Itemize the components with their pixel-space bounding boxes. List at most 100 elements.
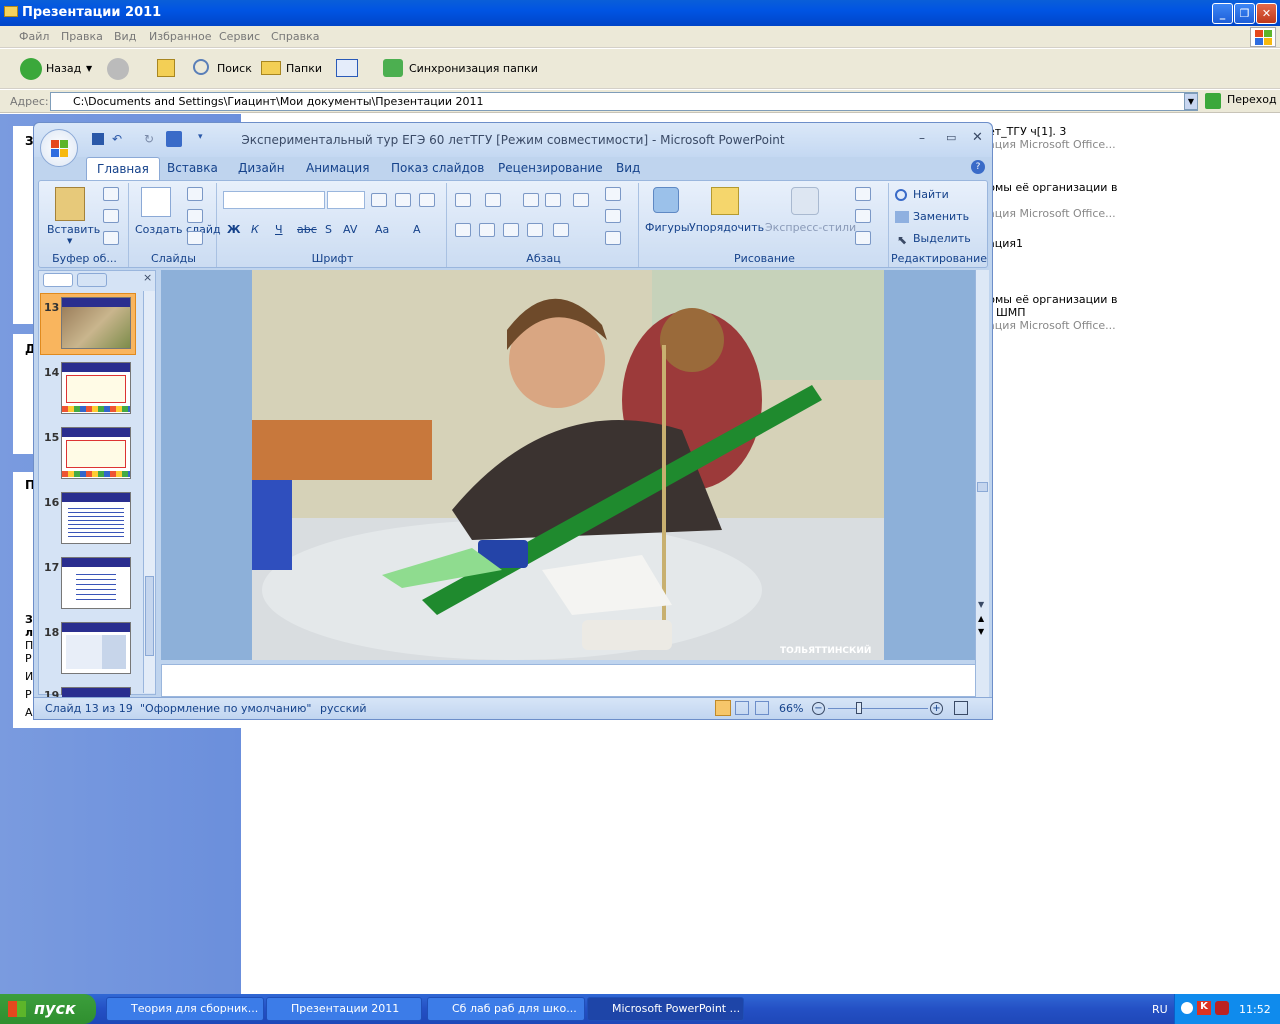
editor-scrollbar[interactable]: ▼ ▲ ▼ [975,270,989,697]
shapes-icon[interactable] [653,187,679,213]
align-left-icon[interactable] [455,223,471,237]
delete-slide-icon[interactable] [187,231,203,245]
notes-pane[interactable] [161,664,976,697]
search-button[interactable]: Поиск [217,57,252,81]
copy-icon[interactable] [103,209,119,223]
menu-view[interactable]: Вид [114,30,136,43]
shapes-button[interactable]: Фигуры [645,221,690,234]
back-arrow-icon[interactable] [20,58,42,80]
zoom-slider-thumb[interactable] [856,702,862,714]
go-arrow-icon[interactable] [1205,93,1221,109]
arrange-button[interactable]: Упорядочить [689,221,764,234]
increase-indent-icon[interactable] [545,193,561,207]
align-text-icon[interactable] [605,209,621,223]
line-spacing-icon[interactable] [573,193,589,207]
fit-to-window-icon[interactable] [954,701,968,715]
sync-icon[interactable] [383,59,403,77]
maximize-button[interactable]: ❐ [1234,3,1255,24]
select-cursor-icon[interactable]: ⬉ [897,233,907,247]
slide-thumbnail-13[interactable] [61,297,131,349]
start-button[interactable]: пуск [0,994,96,1024]
language-indicator[interactable]: RU [1152,1003,1168,1016]
find-icon[interactable] [895,189,907,201]
outline-tab-icon[interactable] [77,273,107,287]
cut-icon[interactable] [103,187,119,201]
zoom-slider[interactable] [828,708,928,709]
scroll-down-icon[interactable]: ▼ [978,600,984,609]
change-case-button[interactable]: Aa [375,223,389,236]
bold-button[interactable]: Ж [227,223,240,236]
slides-tab-icon[interactable] [43,273,73,287]
grow-font-icon[interactable] [371,193,387,207]
minimize-button[interactable]: _ [1212,3,1233,24]
file-name[interactable]: ация1 [988,237,1023,250]
office-button[interactable] [40,129,78,167]
find-button[interactable]: Найти [913,188,949,201]
font-size-input[interactable] [327,191,365,209]
task-lab-works[interactable]: Сб лаб раб для шко... [427,997,585,1021]
slide-thumbnail-17[interactable] [61,557,131,609]
quick-styles-button[interactable]: Экспресс-стили [765,221,856,234]
underline-button[interactable]: Ч [275,223,283,236]
slide-thumbnail-14[interactable] [61,362,131,414]
file-name[interactable]: рмы её организации в [988,293,1117,306]
align-center-icon[interactable] [479,223,495,237]
slide-sorter-icon[interactable] [735,701,749,715]
go-button[interactable]: Переход [1227,93,1277,106]
normal-view-icon[interactable] [715,700,731,716]
shape-outline-icon[interactable] [855,209,871,223]
address-dropdown-icon[interactable]: ▼ [1184,93,1198,110]
tray-arrow-icon[interactable] [1181,1002,1193,1014]
align-right-icon[interactable] [503,223,519,237]
menu-file[interactable]: Файл [19,30,49,43]
slideshow-icon[interactable] [755,701,769,715]
previous-slide-icon[interactable]: ▲ [978,614,984,623]
search-icon[interactable] [193,59,209,75]
paste-icon[interactable] [55,187,85,221]
tab-home[interactable]: Главная [86,157,160,181]
new-slide-button[interactable]: Создать слайд [135,223,221,236]
columns-icon[interactable] [553,223,569,237]
layout-icon[interactable] [187,187,203,201]
new-slide-icon[interactable] [141,187,171,217]
tab-view[interactable]: Вид [616,161,640,175]
status-theme[interactable]: "Оформление по умолчанию" [140,702,311,715]
bullets-icon[interactable] [455,193,471,207]
tab-review[interactable]: Рецензирование [498,161,603,175]
shrink-font-icon[interactable] [395,193,411,207]
file-name[interactable]: ШМП [996,306,1026,319]
justify-icon[interactable] [527,223,543,237]
strikethrough-button[interactable]: abc [297,223,317,236]
antivirus-icon[interactable]: K [1197,1001,1211,1015]
task-powerpoint[interactable]: Microsoft PowerPoint ... [587,997,744,1021]
up-folder-icon[interactable] [157,59,175,77]
slide-thumbnail-18[interactable] [61,622,131,674]
editor-scroll-thumb[interactable] [977,482,988,492]
tab-insert[interactable]: Вставка [167,161,218,175]
decrease-indent-icon[interactable] [523,193,539,207]
font-name-input[interactable] [223,191,325,209]
sync-button[interactable]: Синхронизация папки [409,57,538,81]
slides-scrollbar[interactable] [143,291,155,693]
quick-styles-icon[interactable] [791,187,819,215]
slide-thumbnail-15[interactable] [61,427,131,479]
menu-help[interactable]: Справка [271,30,319,43]
arrange-icon[interactable] [711,187,739,215]
folders-button[interactable]: Папки [286,57,322,81]
zoom-level[interactable]: 66% [779,702,803,715]
slide-thumbnail-16[interactable] [61,492,131,544]
close-pane-icon[interactable]: × [143,271,152,284]
shadow-button[interactable]: S [325,223,332,236]
slides-scroll-thumb[interactable] [145,576,154,656]
tab-slideshow[interactable]: Показ слайдов [391,161,484,175]
zoom-in-icon[interactable]: + [930,702,943,715]
shape-effects-icon[interactable] [855,231,871,245]
slide-canvas[interactable]: ТОЛЬЯТТИНСКИЙ [252,270,884,660]
close-button[interactable]: ✕ [1256,3,1277,24]
ppt-minimize-button[interactable]: – [919,131,925,145]
zoom-out-icon[interactable]: − [812,702,825,715]
text-direction-icon[interactable] [605,187,621,201]
back-dropdown-icon[interactable]: ▼ [86,57,92,81]
select-button[interactable]: Выделить [913,232,971,245]
paste-button[interactable]: Вставить [47,223,100,236]
